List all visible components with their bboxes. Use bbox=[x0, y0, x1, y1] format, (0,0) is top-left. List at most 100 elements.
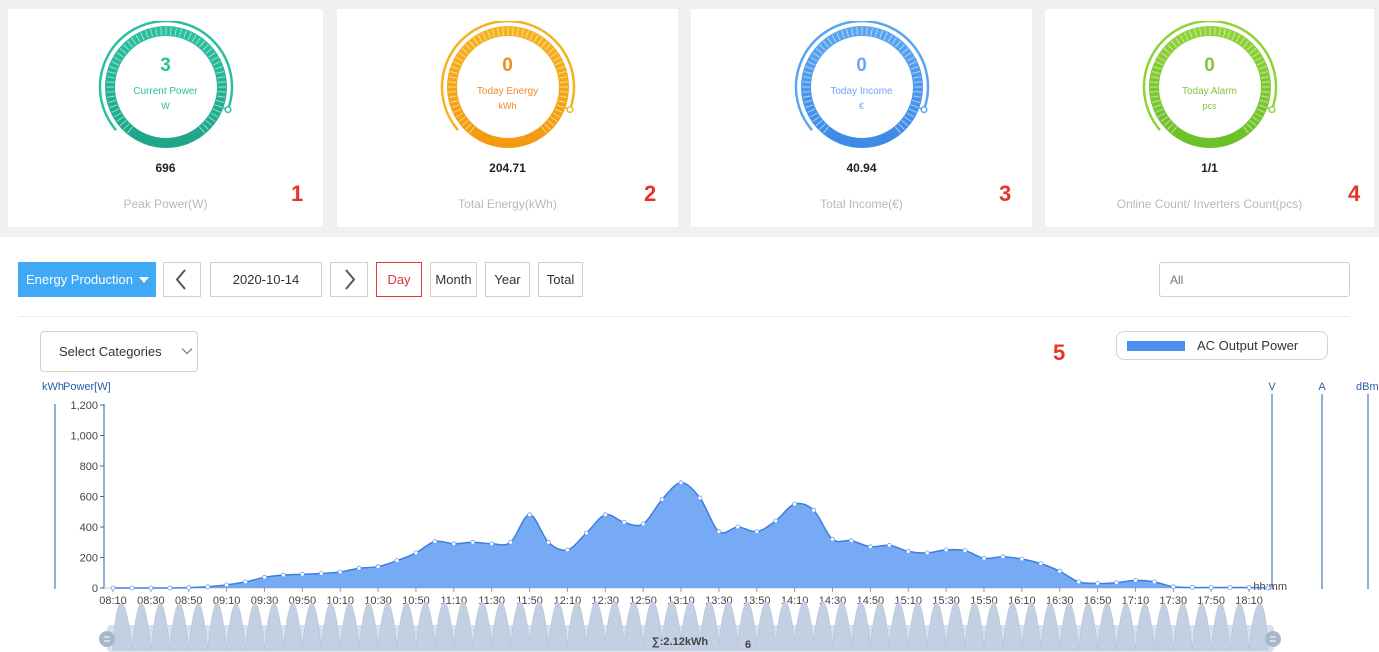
period-month-button[interactable]: Month bbox=[430, 262, 477, 297]
data-point bbox=[1170, 584, 1176, 590]
data-point bbox=[167, 585, 173, 591]
power-chart: kWh Power[W] V AdBm02004006008001,0001,2000… bbox=[42, 381, 1379, 652]
data-point bbox=[1057, 568, 1063, 574]
today-income-label: Today Income bbox=[830, 86, 893, 97]
data-point bbox=[186, 585, 192, 591]
data-point bbox=[1095, 580, 1100, 586]
current-power-unit: W bbox=[161, 101, 170, 111]
date-field[interactable]: 2020-10-14 bbox=[210, 262, 322, 297]
energy-production-dropdown[interactable]: Energy Production bbox=[18, 262, 156, 297]
data-point bbox=[356, 565, 362, 571]
current-power-total-label: Peak Power(W) bbox=[123, 197, 208, 211]
chevron-left-icon bbox=[175, 269, 186, 290]
today-income-card: 0 Today Income €40.94 Total Income(€) 3 bbox=[691, 9, 1032, 227]
chevron-down-icon bbox=[181, 348, 193, 355]
data-point bbox=[299, 571, 305, 577]
today-income-value: 0 bbox=[856, 55, 867, 76]
data-point bbox=[659, 497, 665, 502]
data-point bbox=[735, 524, 741, 530]
chart-legend-item[interactable]: AC Output Power bbox=[1116, 331, 1328, 360]
today-alarm-total-label: Online Count/ Inverters Count(pcs) bbox=[1116, 197, 1303, 211]
data-point bbox=[602, 512, 608, 518]
data-point bbox=[1114, 580, 1119, 586]
select-categories-label: Select Categories bbox=[59, 344, 162, 359]
today-alarm-total-value: 1/1 bbox=[1201, 161, 1218, 175]
today-energy-total-label: Total Energy(kWh) bbox=[458, 197, 557, 211]
data-point bbox=[640, 521, 646, 527]
today-income-total-value: 40.94 bbox=[846, 161, 877, 175]
chevron-right-icon bbox=[345, 269, 356, 290]
today-alarm-value: 0 bbox=[1204, 55, 1215, 76]
caret-down-icon bbox=[139, 277, 149, 283]
right-axis-unit-a: A bbox=[1318, 381, 1326, 393]
today-income-unit: € bbox=[858, 101, 864, 111]
current-power-card: 3 Current Power W 696 Peak Power(W) 1 bbox=[8, 9, 323, 227]
y-tick-label: 400 bbox=[80, 522, 98, 534]
data-point bbox=[337, 569, 343, 575]
device-filter-input[interactable] bbox=[1159, 262, 1350, 297]
data-point bbox=[1000, 554, 1006, 560]
today-energy-unit: kWh bbox=[498, 101, 517, 111]
right-axis-unit-v: V bbox=[1268, 381, 1276, 393]
data-point bbox=[375, 564, 381, 570]
data-point bbox=[697, 495, 703, 501]
data-point bbox=[546, 539, 551, 545]
data-point bbox=[678, 480, 684, 486]
data-point bbox=[1019, 556, 1025, 562]
next-date-button[interactable] bbox=[330, 262, 368, 297]
data-point bbox=[527, 512, 532, 518]
today-income-total-label: Total Income(€) bbox=[820, 197, 903, 211]
today-energy-label: Today Energy bbox=[476, 86, 539, 97]
ac-output-power-area bbox=[113, 482, 1268, 588]
annotation-marker-1: 1 bbox=[291, 181, 304, 206]
data-point bbox=[886, 542, 892, 548]
previous-date-button[interactable] bbox=[163, 262, 201, 297]
data-point bbox=[224, 582, 230, 588]
data-point bbox=[432, 539, 438, 544]
select-categories-dropdown[interactable]: Select Categories bbox=[40, 331, 198, 372]
data-point bbox=[1038, 561, 1044, 567]
dashboard-page: 3 Current Power W 696 Peak Power(W) 1 0 Today … bbox=[0, 0, 1379, 652]
data-point bbox=[830, 536, 835, 542]
current-power-value: 3 bbox=[160, 55, 171, 76]
data-point bbox=[924, 550, 930, 556]
legend-label: AC Output Power bbox=[1197, 338, 1299, 353]
today-alarm-label: Today Alarm bbox=[1181, 86, 1238, 97]
data-point bbox=[508, 539, 514, 545]
period-day-button[interactable]: Day bbox=[376, 262, 422, 297]
period-year-button[interactable]: Year bbox=[485, 262, 530, 297]
data-point bbox=[243, 579, 248, 585]
today-alarm-unit: pcs bbox=[1202, 101, 1217, 111]
data-point bbox=[318, 571, 324, 576]
toolbar-divider bbox=[18, 316, 1350, 317]
today-energy-total-value: 204.71 bbox=[489, 161, 526, 175]
energy-sum-label: ∑:2.12kWh bbox=[652, 636, 708, 648]
data-point bbox=[754, 529, 760, 535]
period-total-button[interactable]: Total bbox=[538, 262, 583, 297]
data-point bbox=[394, 558, 400, 564]
annotation-marker-4: 4 bbox=[1348, 181, 1361, 206]
annotation-marker-5: 5 bbox=[1053, 340, 1066, 365]
data-point bbox=[1227, 585, 1233, 590]
range-end-handle[interactable] bbox=[1265, 631, 1281, 647]
data-point bbox=[413, 550, 419, 556]
data-point bbox=[1076, 579, 1082, 585]
range-start-handle[interactable] bbox=[99, 631, 115, 647]
data-point bbox=[262, 574, 267, 580]
today-energy-value: 0 bbox=[502, 55, 513, 76]
left-axis-unit-kwh: kWh bbox=[42, 381, 64, 393]
data-point bbox=[1246, 585, 1252, 590]
current-power-total-value: 696 bbox=[155, 161, 176, 175]
data-point bbox=[451, 541, 457, 547]
y-tick-label: 800 bbox=[80, 461, 98, 473]
data-point bbox=[489, 541, 495, 547]
data-point bbox=[205, 584, 211, 590]
data-point bbox=[716, 529, 722, 535]
annotation-marker-2: 2 bbox=[644, 181, 657, 206]
data-point bbox=[773, 518, 779, 524]
data-point bbox=[1133, 577, 1138, 583]
data-point bbox=[280, 572, 286, 578]
data-point bbox=[110, 585, 116, 591]
data-point bbox=[962, 548, 968, 554]
y-tick-label: 0 bbox=[92, 583, 98, 595]
